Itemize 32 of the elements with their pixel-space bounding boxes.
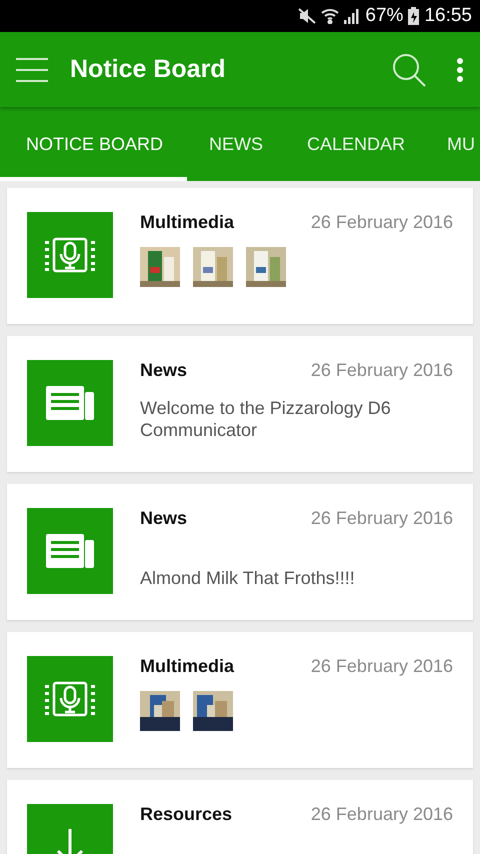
notice-text: Almond Milk That Froths!!!! (140, 567, 355, 589)
microphone-film-icon (44, 681, 96, 717)
notice-title: Multimedia (140, 656, 234, 677)
mute-icon (298, 8, 316, 24)
signal-icon (344, 8, 360, 24)
notice-date: 26 February 2016 (310, 212, 453, 233)
search-button[interactable] (392, 52, 426, 86)
notice-date: 26 February 2016 (310, 360, 453, 381)
newspaper-icon (46, 534, 94, 568)
notice-date: 26 February 2016 (310, 656, 453, 677)
app-title: Notice Board (70, 55, 227, 84)
wifi-icon (321, 8, 340, 24)
tab[interactable]: NOTICE BOARD (0, 107, 188, 181)
clock-time: 16:55 (424, 5, 472, 27)
battery-percent: 67% (365, 5, 404, 27)
notice-card[interactable]: Resources 26 February 2016 (7, 780, 473, 854)
newspaper-icon (46, 386, 94, 420)
notice-card[interactable]: Multimedia 26 February 2016 (7, 188, 473, 324)
menu-button[interactable] (16, 56, 48, 82)
notice-title: Multimedia (140, 212, 234, 233)
more-options-button[interactable] (456, 58, 464, 82)
notice-text: Welcome to the Pizzarology D6 Communicator (140, 397, 392, 441)
notice-title: News (140, 508, 188, 529)
notice-date: 26 February 2016 (310, 804, 453, 825)
notice-card[interactable]: Multimedia 26 February 2016 (7, 632, 473, 768)
microphone-film-icon (44, 237, 96, 273)
notice-card[interactable]: News 26 February 2016 Welcome to the Pizzarology D6 Communicator (7, 336, 473, 472)
notice-card[interactable]: News 26 February 2016 Almond Milk That Froths!!!! (7, 484, 473, 620)
notice-title: News (140, 360, 188, 381)
notice-date: 26 February 2016 (310, 508, 453, 529)
notice-title: Resources (140, 804, 232, 825)
battery-charging-icon (408, 7, 420, 25)
